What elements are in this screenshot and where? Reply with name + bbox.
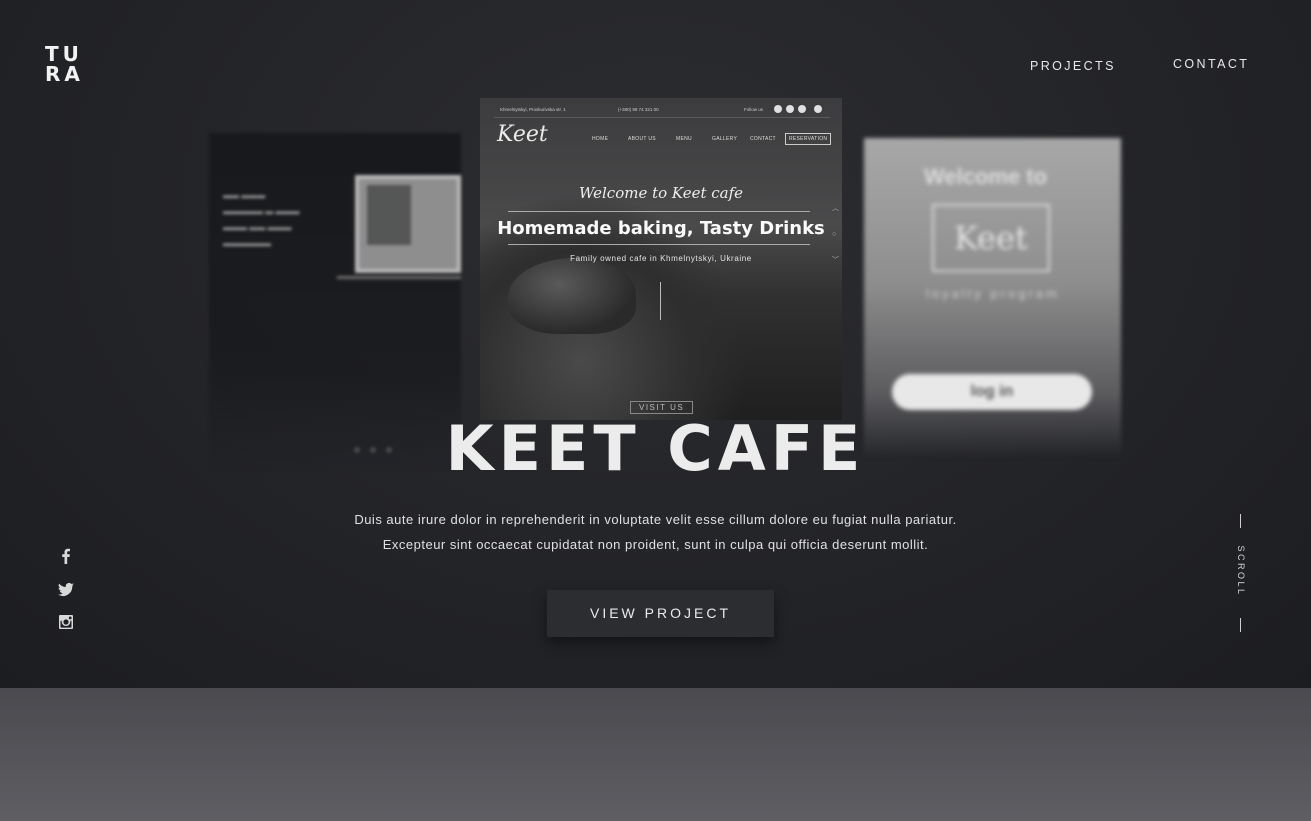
project-description-line-1: Duis aute irure dolor in reprehenderit i… [354, 512, 957, 527]
preview-left-image [355, 175, 461, 273]
preview-right-loyalty: loyalty program [926, 286, 1060, 301]
preview-tripadvisor-icon [814, 105, 822, 113]
scroll-line-top [1240, 514, 1241, 528]
preview-welcome: Welcome to Keet cafe [578, 184, 744, 202]
preview-menu-reservation: RESERVATION [785, 133, 832, 145]
preview-right-login-button: log in [892, 374, 1092, 410]
preview-topbar: Khmelnytskyi, Proskurivska str. 1 (+380)… [494, 104, 830, 118]
preview-address: Khmelnytskyi, Proskurivska str. 1 [500, 107, 566, 112]
page-floor [0, 688, 1311, 821]
project-title: KEET CAFE [445, 412, 866, 485]
nav-projects-link[interactable]: PROJECTS [1030, 59, 1116, 73]
preview-menu-contact: CONTACT [750, 136, 776, 142]
preview-follow: Follow us [744, 107, 764, 112]
project-description-line-2: Excepteur sint occaecat cupidatat non pr… [382, 537, 929, 552]
preview-menu-gallery: GALLERY [712, 136, 738, 142]
preview-instagram-icon [774, 105, 782, 113]
tura-logo[interactable]: TU RA [45, 44, 89, 84]
preview-menu-menu: MENU [676, 136, 692, 142]
preview-left-divider [337, 276, 461, 279]
preview-card-right: Welcome to Keet loyalty program log in [864, 138, 1121, 458]
preview-subline: Family owned cafe in Khmelnytskyi, Ukrai… [570, 254, 752, 263]
instagram-icon[interactable] [58, 614, 74, 630]
preview-right-logo: Keet [932, 204, 1050, 272]
scroll-label: SCROLL [1236, 545, 1246, 597]
preview-headline: Homemade baking, Tasty Drinks [497, 218, 825, 239]
preview-card-main[interactable]: Khmelnytskyi, Proskurivska str. 1 (+380)… [480, 98, 842, 420]
preview-phone: (+380) 98 74 321 00 [618, 107, 659, 112]
preview-twitter-icon [798, 105, 806, 113]
logo-line-1: TU [45, 42, 83, 66]
logo-line-2: RA [45, 62, 84, 86]
preview-rule-bottom [508, 244, 810, 245]
view-project-button[interactable]: VIEW PROJECT [547, 590, 774, 637]
preview-logo: Keet [497, 122, 548, 147]
preview-rule-top [508, 211, 810, 212]
scroll-indicator[interactable]: SCROLL [1229, 514, 1253, 632]
facebook-icon[interactable] [58, 548, 74, 564]
preview-left-text: ▬▬ ▬▬▬ ▬▬▬▬▬ ▬ ▬▬▬ ▬▬▬ ▬▬ ▬▬▬ ▬▬▬▬▬▬ [223, 191, 300, 248]
bread-image [508, 258, 636, 334]
preview-menu-about: ABOUT US [628, 136, 656, 142]
preview-menu-home: HOME [592, 136, 609, 142]
twitter-icon[interactable] [58, 581, 74, 597]
preview-facebook-icon [786, 105, 794, 113]
preview-right-welcome: Welcome to [924, 164, 1048, 189]
preview-slider-controls: ︿ ○ ﹀ [832, 205, 839, 264]
preview-scroll-line [660, 282, 661, 320]
scroll-line-bottom [1240, 618, 1241, 632]
hero-section: TU RA PROJECTS CONTACT ▬▬ ▬▬▬ ▬▬▬▬▬ ▬ ▬▬▬… [0, 0, 1311, 688]
nav-contact-link[interactable]: CONTACT [1173, 57, 1249, 71]
